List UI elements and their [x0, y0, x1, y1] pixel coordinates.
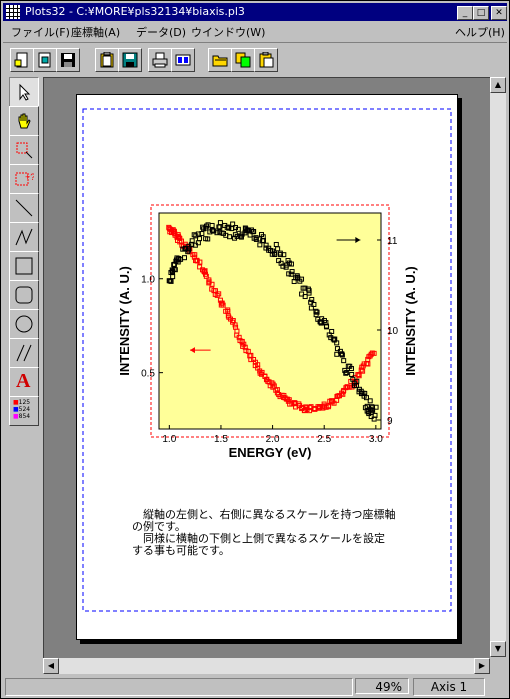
- hand-tool[interactable]: [9, 106, 39, 136]
- arrow-down-icon: ▼: [494, 644, 502, 653]
- data-label-icon: ■125 ■524 ■854: [13, 399, 31, 420]
- plot-area: [158, 212, 382, 430]
- select-region-icon: [16, 142, 33, 159]
- polyline-icon: [15, 228, 33, 246]
- svg-text:+?: +?: [25, 172, 34, 182]
- pointer-tool[interactable]: [9, 77, 39, 107]
- open-icon: [38, 52, 51, 68]
- save-icon: [61, 53, 75, 67]
- window-title: Plots32 - C:¥MORE¥pls32134¥biaxis.pl3: [25, 5, 245, 18]
- print-icon: [152, 52, 168, 68]
- toolbar: [3, 42, 507, 75]
- data-label-tool[interactable]: ■125 ■524 ■854: [9, 396, 39, 426]
- scroll-down-button[interactable]: ▼: [490, 641, 506, 657]
- data-label-line-1: 125: [18, 399, 31, 406]
- clipboard-button[interactable]: [95, 48, 119, 72]
- point-query-icon: +?: [15, 172, 34, 186]
- y-left-tick-label: 0.5: [141, 369, 155, 380]
- y-left-tick-label: 1.0: [141, 275, 155, 286]
- close-button[interactable]: ✕: [491, 6, 507, 20]
- menu-data[interactable]: データ(D): [136, 24, 186, 40]
- hatch-icon: [16, 344, 32, 362]
- axis-indicator: Axis 1: [413, 678, 485, 696]
- save-disk-button[interactable]: [118, 48, 142, 72]
- preview-icon: [175, 54, 191, 66]
- scroll-up-button[interactable]: ▲: [490, 77, 506, 93]
- rounded-rect-icon: [15, 286, 33, 304]
- document-canvas[interactable]: 1.0 1.5 2.0 2.5 3.0 0.5 1.0 9 10 11 ENERGY (eV) INT…: [43, 77, 490, 658]
- open-button[interactable]: [33, 48, 57, 72]
- page-drawing: 1.0 1.5 2.0 2.5 3.0 0.5 1.0 9 10 11 ENERGY (eV) INT…: [82, 108, 452, 612]
- text-icon: A: [16, 370, 31, 392]
- folder-open-icon: [212, 55, 228, 67]
- select-region-tool[interactable]: [9, 135, 39, 165]
- clipboard-icon: [100, 52, 114, 68]
- paste-button[interactable]: [254, 48, 278, 72]
- vertical-scrollbar[interactable]: ▲ ▼: [490, 77, 506, 657]
- y-right-tick-label: 11: [387, 236, 398, 247]
- y-right-tick-label: 9: [387, 416, 393, 427]
- folder-open-button[interactable]: [208, 48, 232, 72]
- scroll-left-button[interactable]: ◀: [43, 658, 59, 674]
- caption-text: 縦軸の左側と、右側に異なるスケールを持つ座標軸 の例です。 同様に横軸の下側と上…: [132, 508, 396, 557]
- data-label-line-2: 524: [18, 406, 31, 413]
- menu-file[interactable]: ファイル(F): [11, 24, 70, 40]
- scroll-right-button[interactable]: ▶: [474, 658, 490, 674]
- polyline-tool[interactable]: [9, 222, 39, 252]
- status-bar: 49% Axis 1: [3, 676, 507, 696]
- x-tick-label: 1.0: [162, 434, 176, 445]
- print-button[interactable]: [148, 48, 172, 72]
- app-icon: [6, 5, 20, 19]
- zoom-level: 49%: [355, 678, 409, 694]
- preview-button[interactable]: [171, 48, 195, 72]
- point-query-tool[interactable]: +?: [9, 164, 39, 194]
- tool-palette: +? A ■125 ■524 ■854: [9, 77, 39, 426]
- y-right-axis-label: INTENSITY (A. U.): [403, 266, 418, 376]
- arrow-right-icon: ▶: [478, 661, 486, 670]
- minimize-button[interactable]: _: [457, 6, 473, 20]
- text-tool[interactable]: A: [9, 367, 39, 397]
- hand-icon: [18, 113, 31, 129]
- menu-axis[interactable]: 座標軸(A): [71, 24, 120, 40]
- arrow-up-icon: ▲: [494, 80, 502, 89]
- pointer-icon: [19, 83, 31, 101]
- rectangle-tool[interactable]: [9, 251, 39, 281]
- line-tool[interactable]: [9, 193, 39, 223]
- save-disk-icon: [122, 52, 138, 68]
- x-axis-label: ENERGY (eV): [229, 445, 312, 460]
- maximize-button[interactable]: □: [473, 6, 489, 20]
- rectangle-icon: [15, 257, 33, 275]
- copy-button[interactable]: [231, 48, 255, 72]
- paste-icon: [259, 52, 274, 68]
- menu-help[interactable]: ヘルプ(H): [455, 24, 505, 40]
- page: 1.0 1.5 2.0 2.5 3.0 0.5 1.0 9 10 11 ENERGY (eV) INT…: [76, 94, 458, 640]
- title-bar[interactable]: Plots32 - C:¥MORE¥pls32134¥biaxis.pl3 _ …: [3, 3, 507, 21]
- status-message: [5, 678, 353, 696]
- y-right-tick-label: 10: [387, 326, 399, 337]
- x-tick-label: 2.0: [266, 434, 280, 445]
- hatch-tool[interactable]: [9, 338, 39, 368]
- copy-icon: [235, 52, 251, 68]
- horizontal-scrollbar[interactable]: ◀ ▶: [43, 658, 490, 674]
- rounded-rect-tool[interactable]: [9, 280, 39, 310]
- app-window: Plots32 - C:¥MORE¥pls32134¥biaxis.pl3 _ …: [0, 0, 510, 699]
- chart: 1.0 1.5 2.0 2.5 3.0 0.5 1.0 9 10 11 ENERGY (eV) INT…: [117, 204, 418, 460]
- new-button[interactable]: [10, 48, 34, 72]
- ellipse-tool[interactable]: [9, 309, 39, 339]
- line-icon: [15, 199, 33, 217]
- menu-bar: ファイル(F) 座標軸(A) データ(D) ウインドウ(W) ヘルプ(H): [3, 22, 507, 40]
- ellipse-icon: [15, 315, 33, 333]
- new-icon: [14, 52, 28, 68]
- x-tick-label: 2.5: [317, 434, 331, 445]
- y-left-axis-label: INTENSITY (A. U.): [117, 266, 132, 376]
- x-tick-label: 1.5: [214, 434, 228, 445]
- data-label-line-3: 854: [18, 413, 31, 420]
- menu-window[interactable]: ウインドウ(W): [191, 24, 265, 40]
- arrow-left-icon: ◀: [47, 661, 55, 670]
- save-button[interactable]: [56, 48, 80, 72]
- x-tick-label: 3.0: [369, 434, 383, 445]
